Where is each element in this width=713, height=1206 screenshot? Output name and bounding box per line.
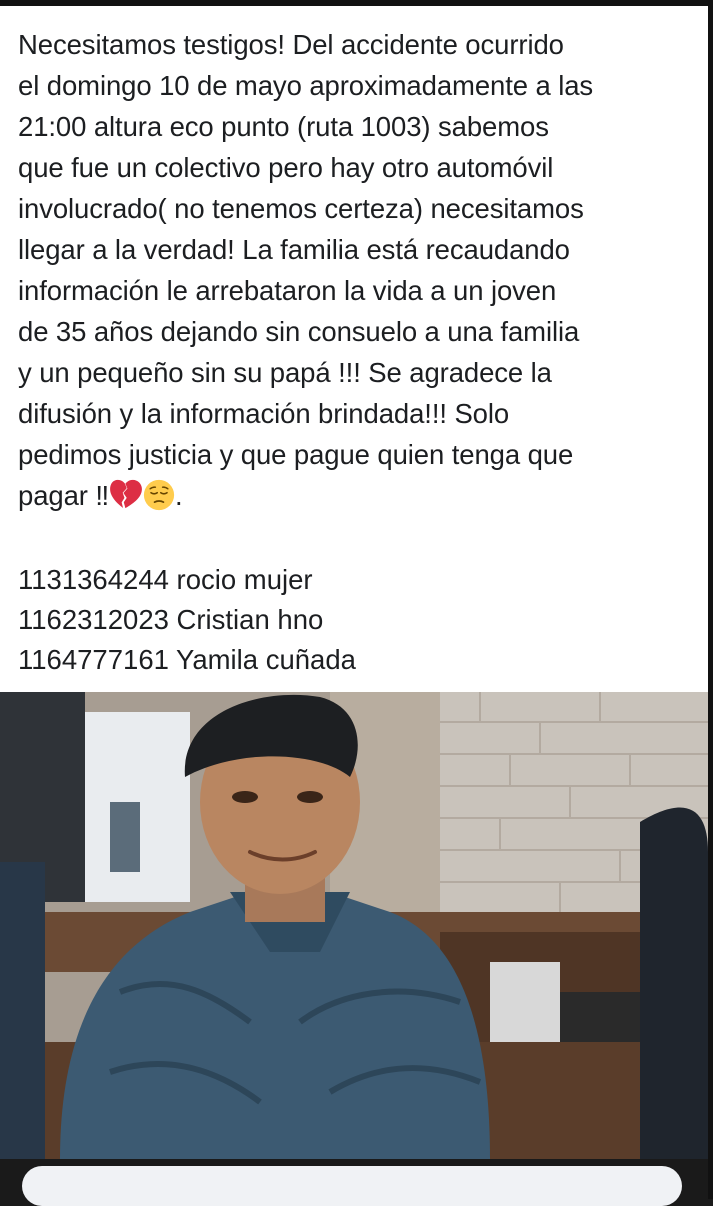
post-photo[interactable] (0, 692, 708, 1159)
post-text-line: pedimos justicia y que pague quien tenga… (18, 439, 574, 470)
post-text-line: de 35 años dejando sin consuelo a una fa… (18, 316, 580, 347)
contact-item: 1164777161 Yamila cuñada (18, 644, 356, 675)
post-text-last-line: pagar ‼ . (18, 475, 698, 522)
post-text-line: Necesitamos testigos! Del accidente ocur… (18, 29, 564, 60)
post-text-end: . (175, 480, 183, 511)
post-text-line: que fue un colectivo pero hay otro autom… (18, 152, 554, 183)
post-body-text: Necesitamos testigos! Del accidente ocur… (18, 24, 698, 522)
pensive-face-icon (143, 479, 175, 522)
post-text-line: difusión y la información brindada!!! So… (18, 398, 510, 429)
contact-item: 1131364244 rocio mujer (18, 564, 313, 595)
post-text-line: 21:00 altura eco punto (ruta 1003) sabem… (18, 111, 549, 142)
post-text-line: involucrado( no tenemos certeza) necesit… (18, 193, 584, 224)
comment-input-bar[interactable] (22, 1166, 682, 1206)
contact-list: 1131364244 rocio mujer 1162312023 Cristi… (18, 560, 356, 680)
post-text-line: información le arrebataron la vida a un … (18, 275, 557, 306)
post-text-line: el domingo 10 de mayo aproximadamente a … (18, 70, 594, 101)
broken-heart-icon (110, 479, 142, 522)
post-text-line: llegar a la verdad! La familia está reca… (18, 234, 570, 265)
photo-image (0, 692, 708, 1159)
post-card: Necesitamos testigos! Del accidente ocur… (0, 6, 708, 1159)
post-text-line: y un pequeño sin su papá !!! Se agradece… (18, 357, 552, 388)
post-text-last-words: pagar ‼ (18, 480, 110, 511)
contact-item: 1162312023 Cristian hno (18, 604, 324, 635)
right-edge (708, 0, 713, 1199)
